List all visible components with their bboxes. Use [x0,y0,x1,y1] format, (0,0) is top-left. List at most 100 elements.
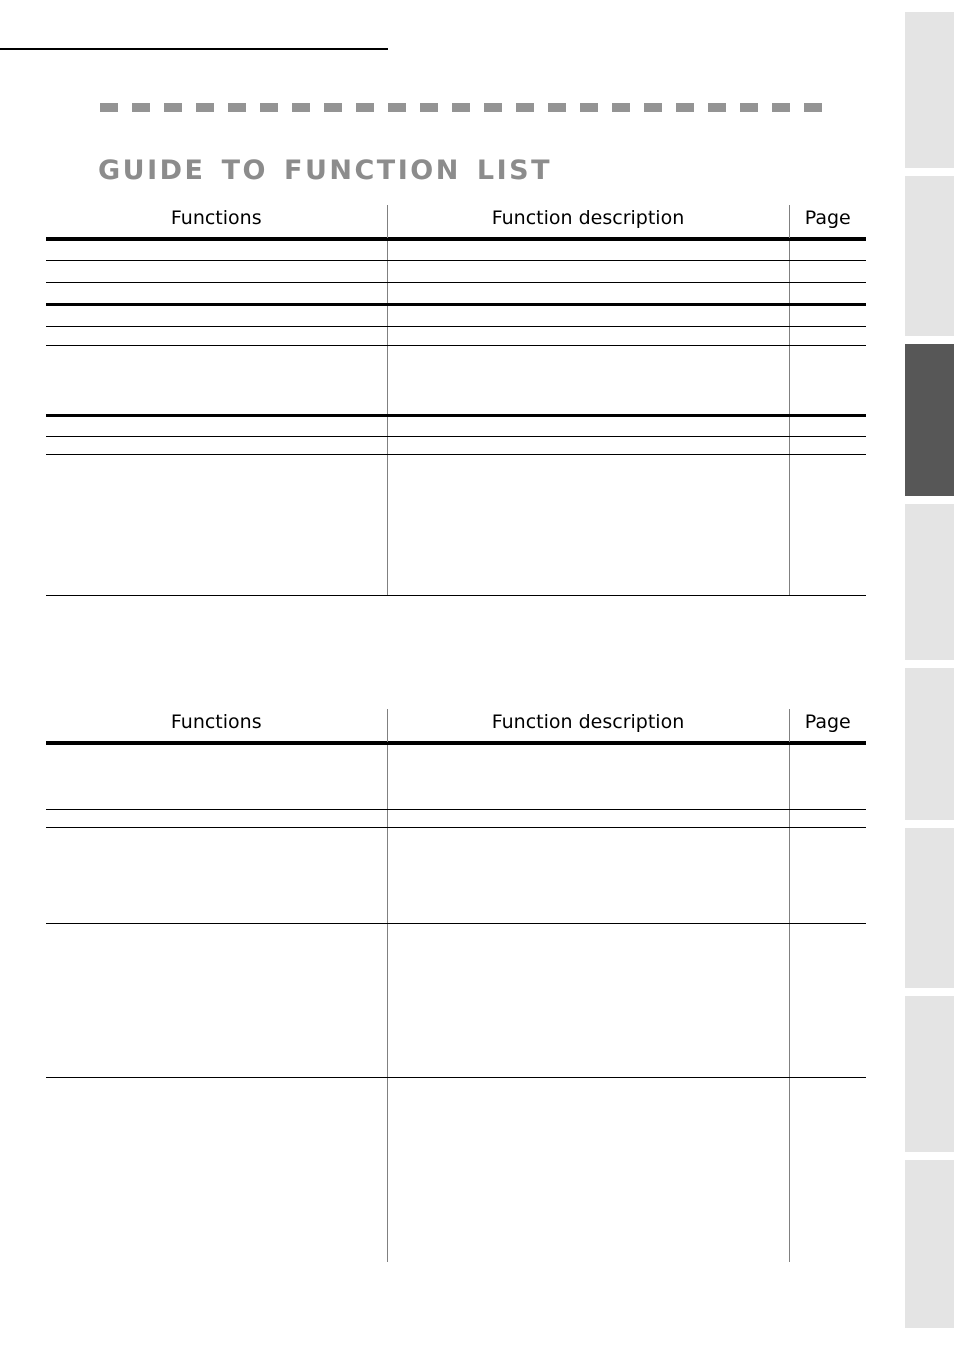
title-dash-segment [708,103,726,112]
table-row [46,282,866,306]
table-2: Functions Function description Page [46,709,866,1262]
title-dash-segment [356,103,374,112]
cell-description [386,827,789,924]
title-dash-segment [484,103,502,112]
title-dash-segment [132,103,150,112]
cell-description [386,436,789,455]
title-dash-segment [420,103,438,112]
cell-functions [46,1078,387,1262]
column-header-page: Page [788,205,866,238]
table-row [46,326,866,346]
table-1: Functions Function description Page [46,205,866,596]
side-index-tab-3[interactable] [905,344,954,496]
title-dash-segment [644,103,662,112]
cell-page [788,1077,866,1262]
cell-description [386,743,789,810]
table-row [46,809,866,828]
title-dash-segment [100,103,118,112]
cell-page [788,454,866,596]
title-dash-segment [804,103,822,112]
cell-description [386,304,789,327]
function-list-table-1: Functions Function description Page [46,205,866,596]
cell-functions [46,415,387,437]
table-1-header-row: Functions Function description Page [46,205,866,238]
cell-functions [46,809,387,828]
cell-page [788,743,866,810]
function-list-table-2: Functions Function description Page [46,709,866,1262]
column-header-functions: Functions [170,207,262,229]
cell-page [788,415,866,437]
title-dash-segment [324,103,342,112]
cell-functions [46,436,387,455]
cell-page [788,304,866,327]
cell-functions [46,454,387,596]
title-dashed-band [100,103,856,112]
title-dash-segment [740,103,758,112]
cell-description [386,923,789,1078]
cell-functions [46,239,387,261]
title-dash-segment [388,103,406,112]
title-dash-segment [548,103,566,112]
side-index-tab-5[interactable] [905,668,954,820]
cell-functions [46,345,387,417]
title-dash-segment [612,103,630,112]
title-dash-segment [516,103,534,112]
cell-description [386,345,789,417]
column-header-functions: Functions [170,711,262,733]
title-dash-segment [260,103,278,112]
title-dash-segment [452,103,470,112]
column-header-description: Function description [386,709,789,742]
table-2-head: Functions Function description Page [46,709,866,745]
cell-page [788,827,866,924]
cell-functions [46,326,387,346]
cell-description [386,282,789,306]
table-row [46,923,866,1078]
cell-description [386,454,789,596]
table-row [46,827,866,924]
column-header-description: Function description [386,205,789,238]
cell-functions [46,743,387,810]
cell-description [386,239,789,261]
side-index-tab-7[interactable] [905,996,954,1152]
cell-description [386,809,789,828]
page-title: Guide to function list [98,144,553,190]
title-dash-segment [580,103,598,112]
cell-page [788,809,866,828]
cell-description [386,415,789,437]
side-index-tabs [893,0,954,1350]
cell-functions [46,923,387,1078]
title-dash-segment [292,103,310,112]
side-index-tab-8[interactable] [905,1160,954,1328]
side-index-tab-6[interactable] [905,828,954,988]
top-crop-rule [0,48,388,50]
title-dash-segment [772,103,790,112]
side-index-tab-4[interactable] [905,504,954,660]
document-page: Guide to function list Functions Functio… [0,0,954,1350]
title-dash-segment [676,103,694,112]
table-row [46,239,866,261]
cell-description [386,260,789,283]
cell-page [788,282,866,306]
cell-page [788,260,866,283]
cell-functions [46,827,387,924]
table-row [46,304,866,327]
table-row [46,345,866,417]
title-dash-segment [228,103,246,112]
cell-functions [46,282,387,306]
table-2-body [46,743,866,1262]
table-row [46,260,866,283]
table-1-body [46,239,866,596]
cell-page [788,239,866,261]
side-index-tab-1[interactable] [905,12,954,168]
column-header-page: Page [788,709,866,742]
table-1-head: Functions Function description Page [46,205,866,241]
side-index-tab-2[interactable] [905,176,954,336]
cell-page [788,923,866,1078]
cell-page [788,345,866,417]
cell-description [386,1077,789,1262]
cell-page [788,436,866,455]
table-row [46,1077,866,1262]
title-dash-segment [164,103,182,112]
table-row [46,436,866,455]
cell-functions [46,304,387,327]
